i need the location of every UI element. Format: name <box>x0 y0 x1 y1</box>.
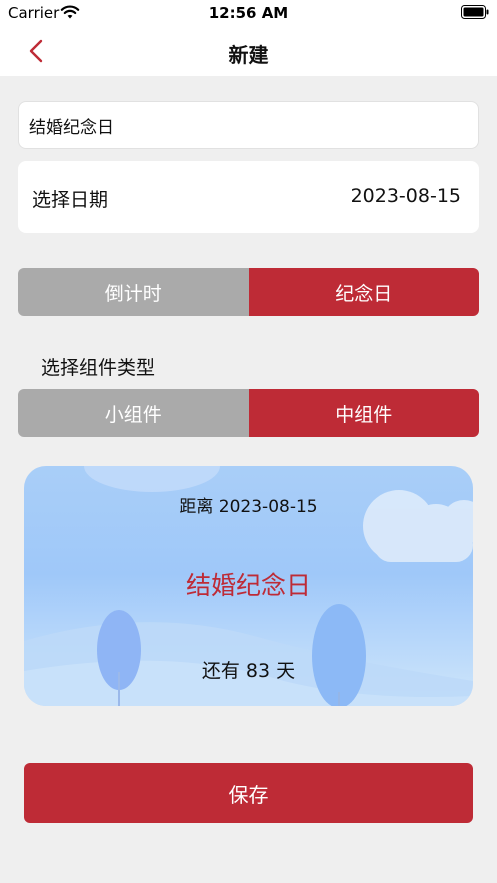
segment-anniversary[interactable]: 纪念日 <box>248 268 479 316</box>
name-input[interactable] <box>19 102 478 148</box>
battery-icon <box>461 5 489 19</box>
widget-type-label: 选择组件类型 <box>41 357 156 379</box>
segment-small-widget[interactable]: 小组件 <box>18 389 249 437</box>
widget-preview: 距离 2023-08-15 结婚纪念日 还有 83 天 <box>24 466 473 706</box>
preview-distance-text: 距离 2023-08-15 <box>179 497 318 517</box>
segment-medium-widget[interactable]: 中组件 <box>248 389 479 437</box>
segment-countdown[interactable]: 倒计时 <box>18 268 249 316</box>
date-label: 选择日期 <box>32 189 109 211</box>
name-field[interactable] <box>18 101 479 149</box>
page-title: 新建 <box>228 43 269 67</box>
mode-segmented-control: 倒计时 纪念日 <box>18 268 479 316</box>
status-time: 12:56 AM <box>208 4 289 22</box>
date-picker-row[interactable]: 选择日期 2023-08-15 <box>18 161 479 233</box>
date-value: 2023-08-15 <box>350 185 461 207</box>
widget-type-segmented-control: 小组件 中组件 <box>18 389 479 437</box>
save-button[interactable]: 保存 <box>24 763 473 823</box>
status-bar: Carrier 12:56 AM <box>0 0 497 26</box>
preview-title: 结婚纪念日 <box>185 571 311 600</box>
preview-remaining-text: 还有 83 天 <box>201 660 296 682</box>
nav-bar: 新建 <box>0 26 497 76</box>
